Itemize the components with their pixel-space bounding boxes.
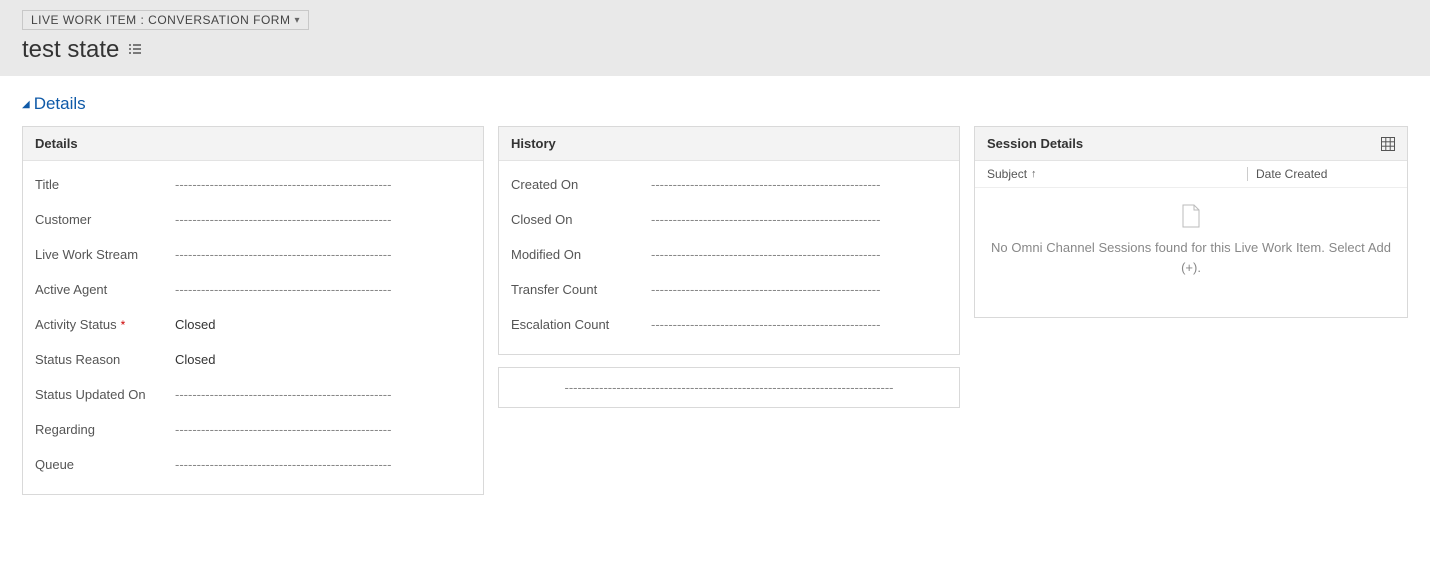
field-transfer-count[interactable]: Transfer Count -------------------------… — [511, 272, 947, 307]
field-closed-on[interactable]: Closed On ------------------------------… — [511, 202, 947, 237]
field-created-on[interactable]: Created On -----------------------------… — [511, 167, 947, 202]
column-header-date-created[interactable]: Date Created — [1247, 167, 1395, 181]
field-label: Modified On — [511, 247, 651, 262]
document-icon — [1181, 204, 1201, 228]
record-title: test state — [22, 36, 119, 64]
field-label: Status Updated On — [35, 387, 175, 402]
field-regarding[interactable]: Regarding ------------------------------… — [35, 412, 471, 447]
record-title-row: test state — [22, 36, 1408, 64]
field-escalation-count[interactable]: Escalation Count -----------------------… — [511, 307, 947, 342]
field-label: Queue — [35, 457, 175, 472]
field-label: Title — [35, 177, 175, 192]
session-empty-state: No Omni Channel Sessions found for this … — [975, 188, 1407, 317]
list-icon[interactable] — [127, 42, 143, 59]
session-panel-header: Session Details — [975, 127, 1407, 161]
details-panel-body: Title ----------------------------------… — [23, 161, 483, 494]
notes-panel-body: ----------------------------------------… — [499, 368, 959, 407]
notes-value: ----------------------------------------… — [513, 380, 945, 395]
field-value: ----------------------------------------… — [651, 177, 947, 192]
breadcrumb-text: LIVE WORK ITEM : CONVERSATION FORM — [31, 13, 290, 27]
field-title[interactable]: Title ----------------------------------… — [35, 167, 471, 202]
session-grid-header: Subject ↑ Date Created — [975, 161, 1407, 188]
details-panel-header: Details — [23, 127, 483, 161]
session-empty-text: No Omni Channel Sessions found for this … — [985, 238, 1397, 277]
field-value: ----------------------------------------… — [651, 212, 947, 227]
history-panel: History Created On ---------------------… — [498, 126, 960, 355]
columns: Details Title --------------------------… — [22, 126, 1408, 495]
section-title: Details — [34, 94, 86, 114]
field-value: ----------------------------------------… — [175, 177, 471, 192]
column-session: Session Details Subject — [974, 126, 1408, 495]
session-panel: Session Details Subject — [974, 126, 1408, 318]
field-label: Activity Status * — [35, 317, 175, 332]
field-label: Status Reason — [35, 352, 175, 367]
field-queue[interactable]: Queue ----------------------------------… — [35, 447, 471, 482]
column-details: Details Title --------------------------… — [22, 126, 484, 495]
field-activity-status[interactable]: Activity Status * Closed — [35, 307, 471, 342]
field-value: ----------------------------------------… — [651, 282, 947, 297]
field-customer[interactable]: Customer -------------------------------… — [35, 202, 471, 237]
field-active-agent[interactable]: Active Agent ---------------------------… — [35, 272, 471, 307]
field-value: Closed — [175, 317, 471, 332]
details-panel-title: Details — [35, 136, 78, 151]
history-panel-body: Created On -----------------------------… — [499, 161, 959, 354]
field-status-updated-on[interactable]: Status Updated On ----------------------… — [35, 377, 471, 412]
collapse-triangle-icon: ◢ — [22, 99, 30, 110]
details-panel: Details Title --------------------------… — [22, 126, 484, 495]
field-value: ----------------------------------------… — [175, 387, 471, 402]
field-value: ----------------------------------------… — [651, 317, 947, 332]
field-label: Transfer Count — [511, 282, 651, 297]
field-value: ----------------------------------------… — [651, 247, 947, 262]
field-value: ----------------------------------------… — [175, 422, 471, 437]
field-modified-on[interactable]: Modified On ----------------------------… — [511, 237, 947, 272]
required-indicator-icon: * — [121, 318, 126, 332]
history-panel-header: History — [499, 127, 959, 161]
field-live-work-stream[interactable]: Live Work Stream -----------------------… — [35, 237, 471, 272]
content-region: ◢ Details Details Title ----------------… — [8, 84, 1422, 515]
field-label: Live Work Stream — [35, 247, 175, 262]
field-value: ----------------------------------------… — [175, 282, 471, 297]
chevron-down-icon: ▾ — [294, 15, 300, 26]
field-label: Customer — [35, 212, 175, 227]
sort-ascending-icon: ↑ — [1031, 168, 1037, 180]
field-value: Closed — [175, 352, 471, 367]
header-region: LIVE WORK ITEM : CONVERSATION FORM ▾ tes… — [0, 0, 1430, 76]
field-status-reason[interactable]: Status Reason Closed — [35, 342, 471, 377]
section-header-details[interactable]: ◢ Details — [22, 94, 1408, 114]
grid-view-icon[interactable] — [1381, 137, 1395, 151]
field-label: Active Agent — [35, 282, 175, 297]
field-label: Created On — [511, 177, 651, 192]
notes-panel[interactable]: ----------------------------------------… — [498, 367, 960, 408]
field-value: ----------------------------------------… — [175, 212, 471, 227]
column-separator — [1247, 167, 1248, 181]
field-label: Closed On — [511, 212, 651, 227]
column-history: History Created On ---------------------… — [498, 126, 960, 495]
form-selector[interactable]: LIVE WORK ITEM : CONVERSATION FORM ▾ — [22, 10, 309, 30]
history-panel-title: History — [511, 136, 556, 151]
field-label: Escalation Count — [511, 317, 651, 332]
session-panel-title: Session Details — [987, 136, 1083, 151]
field-value: ----------------------------------------… — [175, 247, 471, 262]
field-label: Regarding — [35, 422, 175, 437]
field-value: ----------------------------------------… — [175, 457, 471, 472]
column-header-subject[interactable]: Subject ↑ — [987, 167, 1247, 181]
